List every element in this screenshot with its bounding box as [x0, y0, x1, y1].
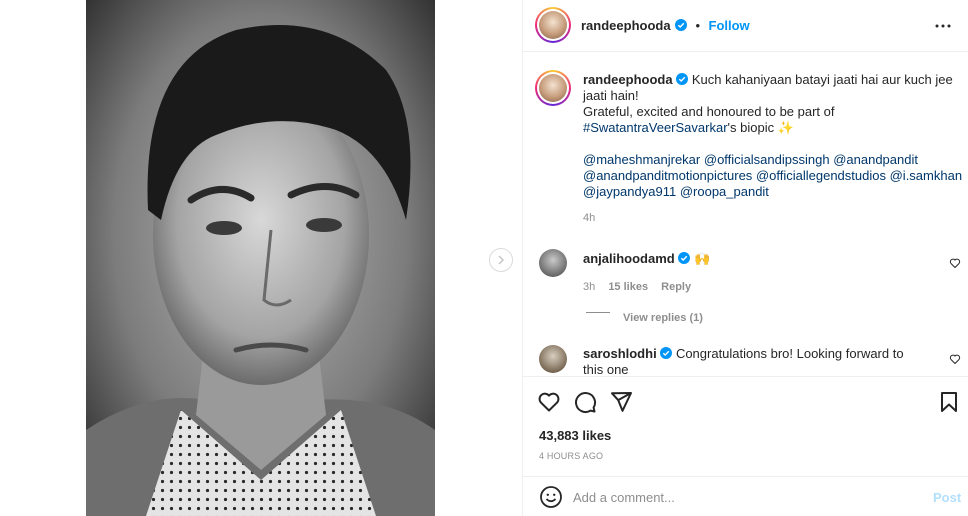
- post-photo[interactable]: [86, 0, 435, 516]
- chevron-right-icon: [498, 255, 505, 265]
- caption-line-2: Grateful, excited and honoured to be par…: [583, 104, 835, 119]
- hashtag-link[interactable]: #SwatantraVeerSavarkar: [583, 120, 728, 135]
- caption-line-3-suffix: 's biopic: [727, 120, 775, 135]
- mention-link[interactable]: @maheshmanjrekar: [583, 152, 700, 167]
- comment-username[interactable]: saroshlodhi: [583, 346, 657, 361]
- next-media-button[interactable]: [489, 248, 513, 272]
- post-details-pane: randeephooda • Follow randeephooda Kuch …: [522, 0, 968, 516]
- mention-link[interactable]: @i.samkhan: [890, 168, 962, 183]
- comment-row: anjalihoodamd 🙌: [583, 251, 710, 267]
- mention-link[interactable]: @roopa_pandit: [680, 184, 769, 199]
- verified-badge-icon: [675, 19, 688, 31]
- avatar[interactable]: [539, 345, 567, 373]
- mention-link[interactable]: @anandpandit: [833, 152, 918, 167]
- comment-bubble-icon[interactable]: [573, 390, 597, 414]
- avatar[interactable]: [539, 249, 567, 277]
- post-header: randeephooda • Follow: [523, 0, 968, 52]
- verified-badge-icon: [660, 347, 673, 359]
- follow-button[interactable]: Follow: [709, 18, 750, 33]
- post-actions: 43,883 likes 4 HOURS AGO: [523, 376, 968, 476]
- post-timestamp[interactable]: 4 HOURS AGO: [539, 451, 603, 461]
- smiley-icon[interactable]: [539, 485, 563, 509]
- comment-username[interactable]: anjalihoodamd: [583, 251, 675, 266]
- reply-button[interactable]: Reply: [661, 281, 691, 293]
- mention-link[interactable]: @jaypandya911: [583, 184, 676, 199]
- post-caption: randeephooda Kuch kahaniyaan batayi jaat…: [583, 72, 963, 226]
- paper-plane-icon[interactable]: [609, 390, 633, 414]
- caption-avatar-ring[interactable]: [535, 70, 571, 106]
- heart-icon[interactable]: [949, 353, 961, 365]
- mention-link[interactable]: @officiallegendstudios: [756, 168, 886, 183]
- comment-likes[interactable]: 15 likes: [608, 281, 648, 293]
- comments-section[interactable]: randeephooda Kuch kahaniyaan batayi jaat…: [523, 52, 968, 376]
- add-comment-bar: Post: [523, 476, 968, 516]
- likes-count[interactable]: 43,883 likes: [539, 428, 611, 443]
- portrait-image: [86, 0, 435, 516]
- replies-divider: [586, 312, 610, 313]
- comment-time[interactable]: 3h: [583, 281, 595, 293]
- post-comment-button[interactable]: Post: [933, 490, 961, 505]
- verified-badge-icon: [676, 73, 689, 85]
- caption-username[interactable]: randeephooda: [583, 72, 673, 87]
- author-avatar-ring[interactable]: [535, 7, 571, 43]
- heart-icon[interactable]: [537, 390, 561, 414]
- avatar: [539, 74, 567, 102]
- heart-icon[interactable]: [949, 257, 961, 269]
- bookmark-icon[interactable]: [937, 390, 961, 414]
- sparkles-icon: ✨: [777, 120, 794, 135]
- separator-dot: •: [695, 18, 701, 33]
- view-replies-button[interactable]: View replies (1): [623, 312, 703, 324]
- comment-input[interactable]: [573, 487, 913, 507]
- verified-badge-icon: [678, 252, 691, 264]
- more-options-icon[interactable]: [931, 14, 955, 38]
- mention-link[interactable]: @officialsandipssingh: [704, 152, 830, 167]
- media-pane: [0, 0, 522, 516]
- comment-emoji: 🙌: [693, 251, 711, 266]
- mention-link[interactable]: @anandpanditmotionpictures: [583, 168, 752, 183]
- comment-row: saroshlodhi Congratulations bro! Looking…: [583, 346, 923, 376]
- author-username[interactable]: randeephooda: [581, 18, 671, 33]
- comment-meta: 3h 15 likes Reply: [583, 281, 691, 293]
- header-user-row: randeephooda • Follow: [581, 17, 750, 35]
- avatar: [539, 11, 567, 39]
- caption-time[interactable]: 4h: [583, 210, 963, 226]
